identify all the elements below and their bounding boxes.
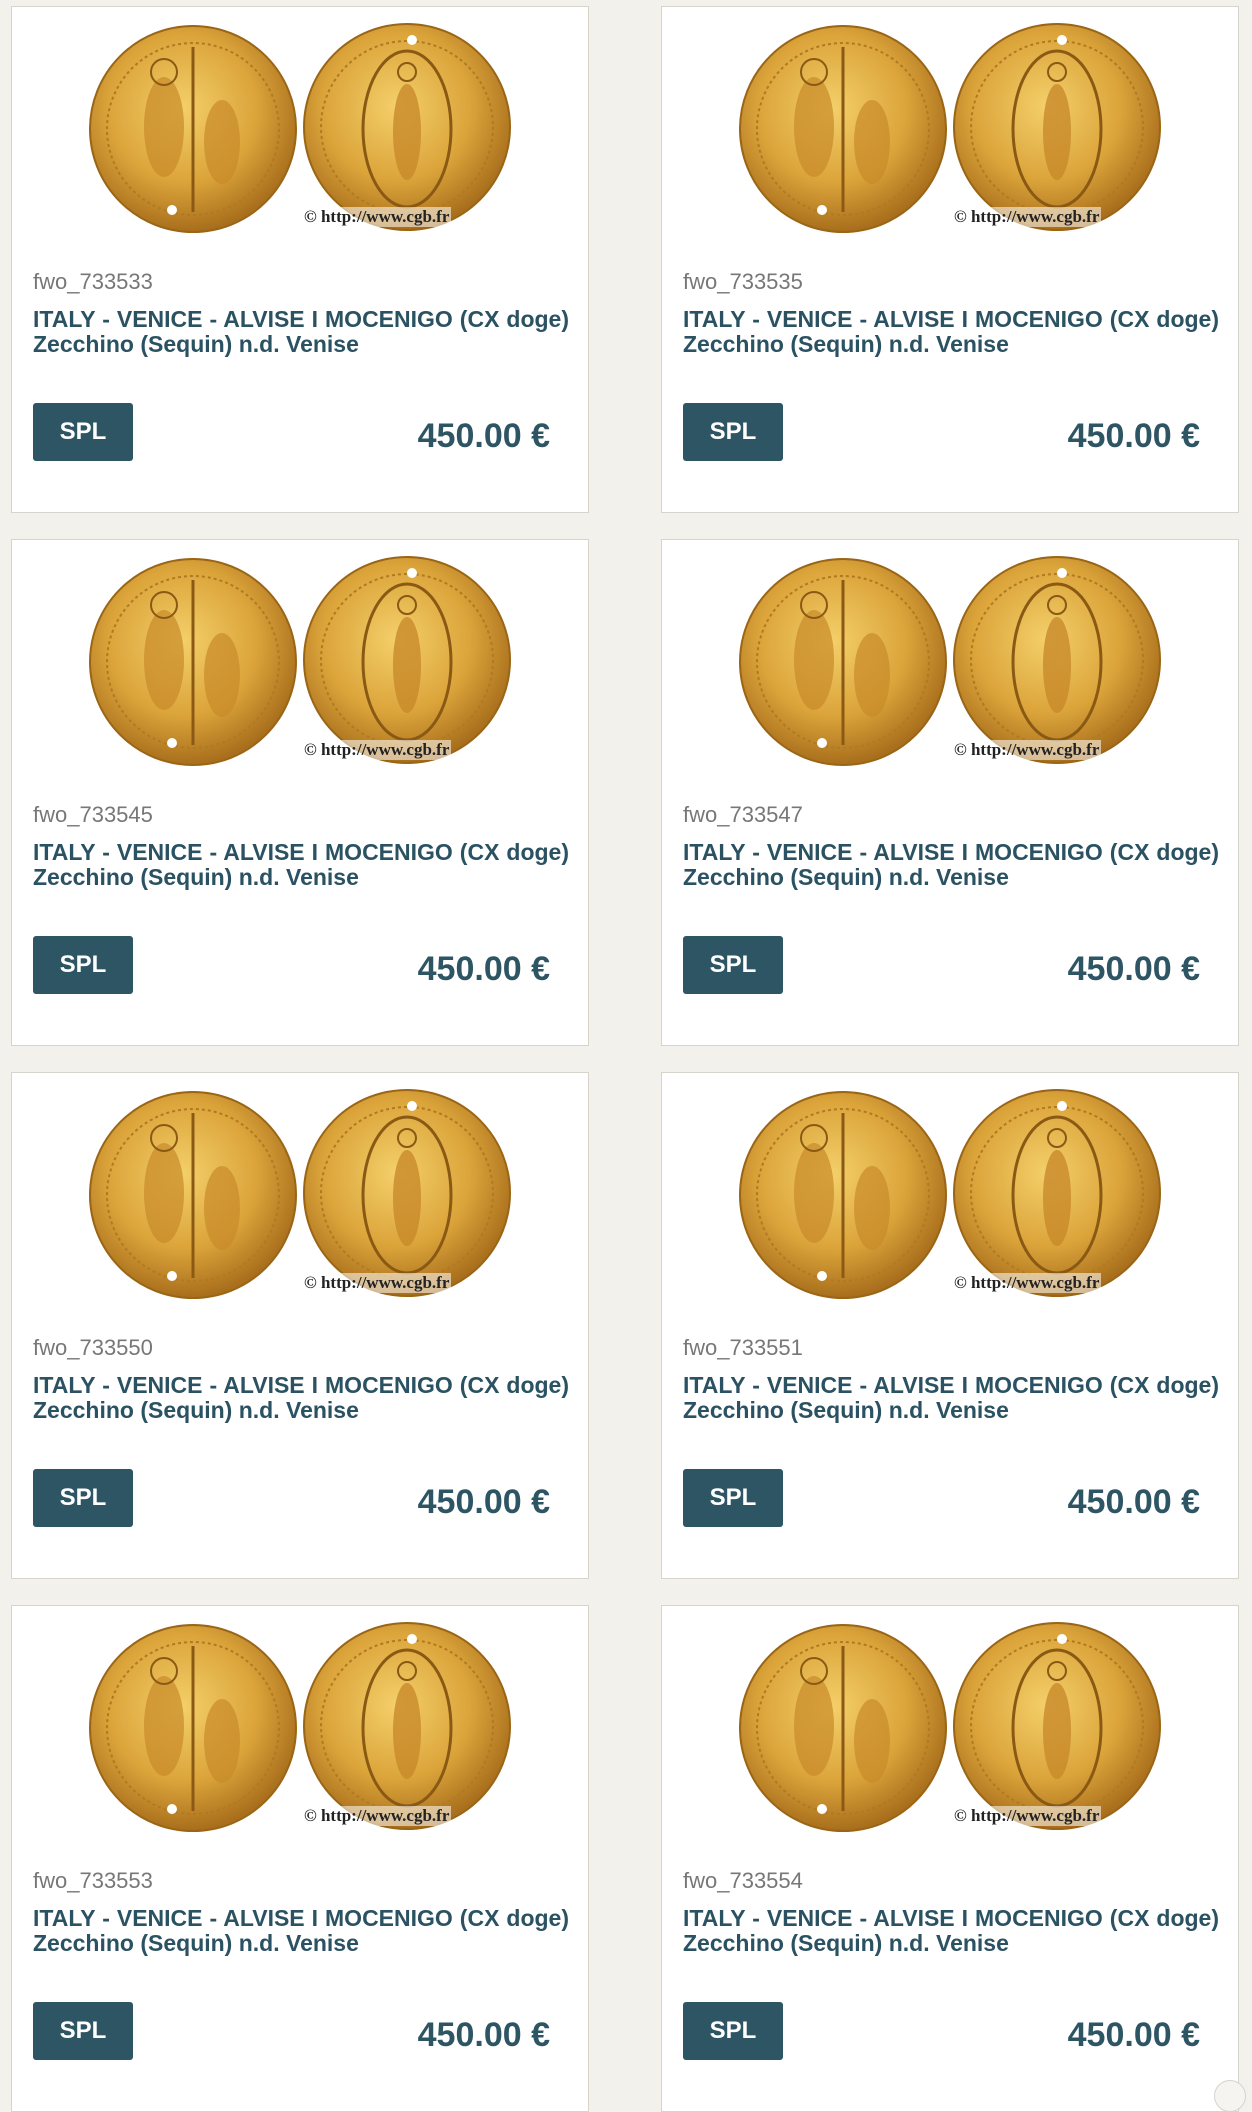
product-title-link[interactable]: ITALY - VENICE - ALVISE I MOCENIGO (CX d… xyxy=(683,1373,1219,1423)
image-credit: © http://www.cgb.fr xyxy=(302,740,452,760)
product-card[interactable]: © http://www.cgb.fr fwo_733554 ITALY - V… xyxy=(661,1605,1239,2112)
scroll-circle-icon[interactable] xyxy=(1214,2080,1246,2112)
grade-badge[interactable]: SPL xyxy=(683,936,783,994)
product-price: 450.00 € xyxy=(1067,2016,1200,2054)
product-sku: fwo_733550 xyxy=(33,1335,153,1360)
product-card[interactable]: © http://www.cgb.fr fwo_733553 ITALY - V… xyxy=(11,1605,589,2112)
product-card[interactable]: © http://www.cgb.fr fwo_733533 ITALY - V… xyxy=(11,6,589,513)
product-sku: fwo_733554 xyxy=(683,1868,803,1893)
image-credit: © http://www.cgb.fr xyxy=(302,207,452,227)
product-price: 450.00 € xyxy=(417,950,550,988)
grade-badge[interactable]: SPL xyxy=(33,936,133,994)
gold-coin-pair-image[interactable]: © http://www.cgb.fr xyxy=(662,540,1238,775)
gold-coin-pair-image[interactable]: © http://www.cgb.fr xyxy=(662,1073,1238,1308)
gold-coin-pair-image[interactable]: © http://www.cgb.fr xyxy=(12,1606,588,1841)
product-price: 450.00 € xyxy=(417,2016,550,2054)
gold-coin-pair-image[interactable]: © http://www.cgb.fr xyxy=(12,1073,588,1308)
product-title-link[interactable]: ITALY - VENICE - ALVISE I MOCENIGO (CX d… xyxy=(33,307,569,357)
product-sku: fwo_733533 xyxy=(33,269,153,294)
image-credit: © http://www.cgb.fr xyxy=(952,740,1102,760)
product-title-link[interactable]: ITALY - VENICE - ALVISE I MOCENIGO (CX d… xyxy=(33,1906,569,1956)
product-price: 450.00 € xyxy=(1067,950,1200,988)
product-sku: fwo_733535 xyxy=(683,269,803,294)
image-credit: © http://www.cgb.fr xyxy=(952,207,1102,227)
product-price: 450.00 € xyxy=(417,417,550,455)
gold-coin-pair-image[interactable]: © http://www.cgb.fr xyxy=(12,540,588,775)
grade-badge[interactable]: SPL xyxy=(33,1469,133,1527)
product-card[interactable]: © http://www.cgb.fr fwo_733545 ITALY - V… xyxy=(11,539,589,1046)
grade-badge[interactable]: SPL xyxy=(683,1469,783,1527)
image-credit: © http://www.cgb.fr xyxy=(952,1273,1102,1293)
product-card[interactable]: © http://www.cgb.fr fwo_733551 ITALY - V… xyxy=(661,1072,1239,1579)
product-price: 450.00 € xyxy=(1067,1483,1200,1521)
product-card[interactable]: © http://www.cgb.fr fwo_733547 ITALY - V… xyxy=(661,539,1239,1046)
image-credit: © http://www.cgb.fr xyxy=(952,1806,1102,1826)
image-credit: © http://www.cgb.fr xyxy=(302,1273,452,1293)
product-title-link[interactable]: ITALY - VENICE - ALVISE I MOCENIGO (CX d… xyxy=(33,1373,569,1423)
grade-badge[interactable]: SPL xyxy=(683,403,783,461)
product-card[interactable]: © http://www.cgb.fr fwo_733550 ITALY - V… xyxy=(11,1072,589,1579)
product-card[interactable]: © http://www.cgb.fr fwo_733535 ITALY - V… xyxy=(661,6,1239,513)
product-price: 450.00 € xyxy=(1067,417,1200,455)
product-sku: fwo_733545 xyxy=(33,802,153,827)
product-title-link[interactable]: ITALY - VENICE - ALVISE I MOCENIGO (CX d… xyxy=(683,1906,1219,1956)
image-credit: © http://www.cgb.fr xyxy=(302,1806,452,1826)
product-title-link[interactable]: ITALY - VENICE - ALVISE I MOCENIGO (CX d… xyxy=(683,840,1219,890)
grade-badge[interactable]: SPL xyxy=(33,403,133,461)
gold-coin-pair-image[interactable]: © http://www.cgb.fr xyxy=(662,1606,1238,1841)
gold-coin-pair-image[interactable]: © http://www.cgb.fr xyxy=(12,7,588,242)
product-title-link[interactable]: ITALY - VENICE - ALVISE I MOCENIGO (CX d… xyxy=(33,840,569,890)
product-title-link[interactable]: ITALY - VENICE - ALVISE I MOCENIGO (CX d… xyxy=(683,307,1219,357)
product-price: 450.00 € xyxy=(417,1483,550,1521)
product-sku: fwo_733551 xyxy=(683,1335,803,1360)
grade-badge[interactable]: SPL xyxy=(33,2002,133,2060)
product-sku: fwo_733553 xyxy=(33,1868,153,1893)
gold-coin-pair-image[interactable]: © http://www.cgb.fr xyxy=(662,7,1238,242)
product-grid: © http://www.cgb.fr fwo_733533 ITALY - V… xyxy=(11,6,1239,2112)
grade-badge[interactable]: SPL xyxy=(683,2002,783,2060)
product-sku: fwo_733547 xyxy=(683,802,803,827)
